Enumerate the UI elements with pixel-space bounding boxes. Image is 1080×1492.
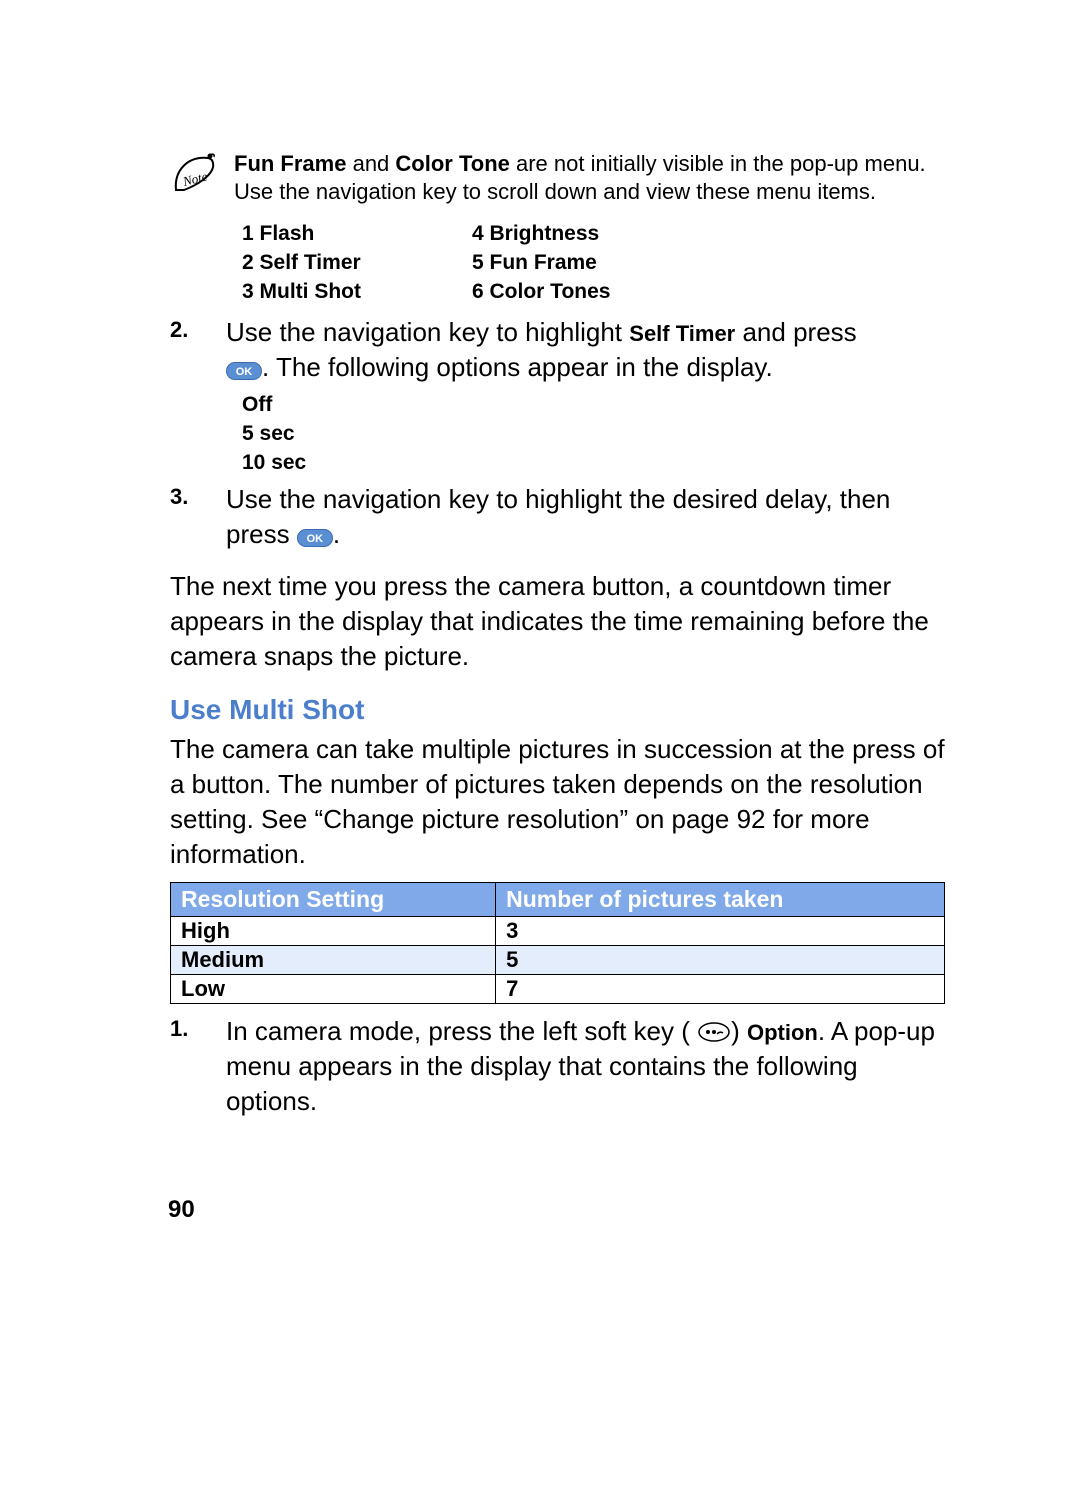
step-1b: 1. In camera mode, press the left soft k… <box>170 1014 945 1119</box>
note-bold-2: Color Tone <box>395 151 509 176</box>
table-cell: Low <box>171 975 496 1004</box>
svg-text:Note: Note <box>180 168 209 189</box>
menu-options: 1 Flash 4 Brightness 2 Self Timer 5 Fun … <box>242 220 945 307</box>
step-2: 2. Use the navigation key to highlight S… <box>170 315 945 385</box>
timer-option: Off <box>242 391 945 420</box>
text: ) <box>731 1016 747 1046</box>
table-cell: 7 <box>496 975 945 1004</box>
menu-item: 6 Color Tones <box>472 278 702 307</box>
text: . The following options appear in the di… <box>262 352 773 382</box>
note-block: Note Fun Frame and Color Tone are not in… <box>170 150 945 206</box>
note-icon: Note <box>170 150 218 198</box>
page-number: 90 <box>168 1196 195 1224</box>
menu-item: 3 Multi Shot <box>242 278 472 307</box>
note-bold-1: Fun Frame <box>234 151 346 176</box>
table-cell: Medium <box>171 946 496 975</box>
table-cell: 5 <box>496 946 945 975</box>
menu-item: 1 Flash <box>242 220 472 249</box>
section-heading: Use Multi Shot <box>170 694 945 726</box>
menu-item: 4 Brightness <box>472 220 702 249</box>
menu-item: 2 Self Timer <box>242 249 472 278</box>
step-3: 3. Use the navigation key to highlight t… <box>170 482 945 552</box>
timer-options: Off 5 sec 10 sec <box>242 391 945 478</box>
softkey-icon <box>697 1017 731 1039</box>
step-number: 3. <box>170 482 226 552</box>
step-body: Use the navigation key to highlight Self… <box>226 315 945 385</box>
text: In camera mode, press the left soft key … <box>226 1016 690 1046</box>
step-body: Use the navigation key to highlight the … <box>226 482 945 552</box>
note-mid-1: and <box>346 151 395 176</box>
step-body: In camera mode, press the left soft key … <box>226 1014 945 1119</box>
option-label: Option <box>747 1020 818 1045</box>
timer-option: 10 sec <box>242 449 945 478</box>
table-row: Medium 5 <box>171 946 945 975</box>
step-number: 1. <box>170 1014 226 1119</box>
ok-icon: OK <box>297 529 333 547</box>
table-row: Low 7 <box>171 975 945 1004</box>
note-text: Fun Frame and Color Tone are not initial… <box>234 150 945 206</box>
countdown-paragraph: The next time you press the camera butto… <box>170 569 945 674</box>
text: Use the navigation key to highlight <box>226 317 629 347</box>
table-header: Number of pictures taken <box>496 883 945 917</box>
multishot-paragraph: The camera can take multiple pictures in… <box>170 732 945 872</box>
text: and press <box>735 317 856 347</box>
text: . <box>333 519 340 549</box>
table-row: High 3 <box>171 917 945 946</box>
timer-option: 5 sec <box>242 420 945 449</box>
table-header: Resolution Setting <box>171 883 496 917</box>
menu-item: 5 Fun Frame <box>472 249 702 278</box>
table-cell: 3 <box>496 917 945 946</box>
resolution-table: Resolution Setting Number of pictures ta… <box>170 882 945 1004</box>
ok-icon: OK <box>226 362 262 380</box>
self-timer-label: Self Timer <box>629 321 735 346</box>
table-cell: High <box>171 917 496 946</box>
step-number: 2. <box>170 315 226 385</box>
